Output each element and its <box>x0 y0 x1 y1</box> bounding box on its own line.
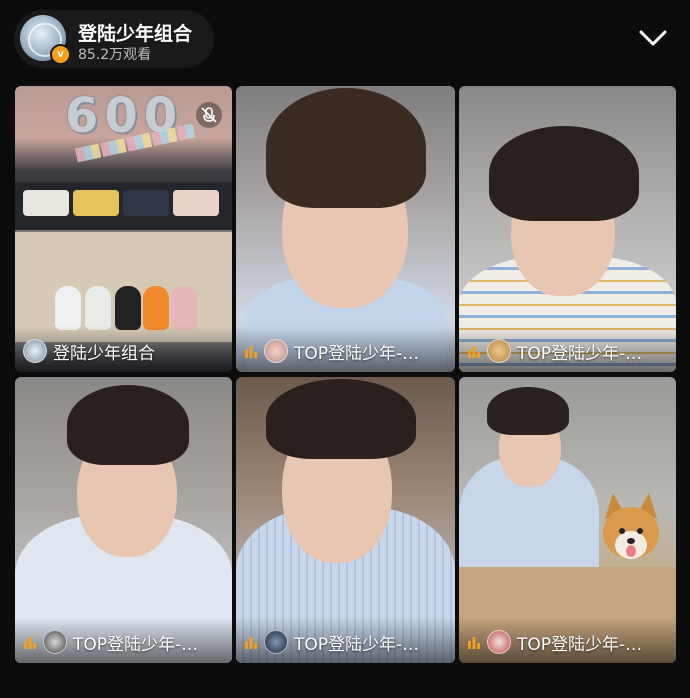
plush-doll <box>115 286 141 330</box>
stream-tile-member[interactable]: TOP登陆少年-… <box>236 86 455 372</box>
tile-caption: 登陆少年组合 <box>15 326 232 372</box>
viewer-count: 85.2万观看 <box>78 47 152 63</box>
person-hair <box>266 88 426 208</box>
tile-caption: TOP登陆少年-… <box>459 617 676 663</box>
stream-caption: TOP登陆少年-… <box>294 343 420 364</box>
stream-caption: TOP登陆少年-… <box>294 634 420 655</box>
member-avatar-icon <box>487 630 511 654</box>
pillow <box>173 190 219 216</box>
stream-caption: TOP登陆少年-… <box>517 634 643 655</box>
chevron-down-icon[interactable] <box>638 26 668 50</box>
live-bars-icon <box>245 346 257 358</box>
pillow <box>23 190 69 216</box>
stream-caption: TOP登陆少年-… <box>517 343 643 364</box>
member-avatar-icon <box>43 630 67 654</box>
stream-tile-member[interactable]: TOP登陆少年-… <box>459 377 676 663</box>
mic-muted-icon[interactable] <box>196 102 222 128</box>
member-avatar-icon <box>264 630 288 654</box>
person-hair <box>67 385 189 465</box>
pillow <box>123 190 169 216</box>
plush-doll <box>171 286 197 330</box>
live-bars-icon <box>245 637 257 649</box>
multi-stream-grid: 600 登陆少年组合 TOP登陆少年-… TOP登陆少年-… TOP登陆少年-…… <box>15 86 676 664</box>
stream-caption: 登陆少年组合 <box>53 343 155 364</box>
live-room-header: v 登陆少年组合 85.2万观看 <box>14 10 676 68</box>
stream-tile-group[interactable]: 600 登陆少年组合 <box>15 86 232 372</box>
channel-info-pill[interactable]: v 登陆少年组合 85.2万观看 <box>14 10 214 68</box>
corgi-dog <box>603 493 659 559</box>
plush-doll <box>85 286 111 330</box>
live-bars-icon <box>468 346 480 358</box>
group-avatar-icon <box>23 339 47 363</box>
tile-caption: TOP登陆少年-… <box>236 326 455 372</box>
stream-caption: TOP登陆少年-… <box>73 634 199 655</box>
stream-tile-member[interactable]: TOP登陆少年-… <box>236 377 455 663</box>
stream-tile-member[interactable]: TOP登陆少年-… <box>15 377 232 663</box>
tile-caption: TOP登陆少年-… <box>236 617 455 663</box>
member-avatar-icon <box>264 339 288 363</box>
stream-tile-member[interactable]: TOP登陆少年-… <box>459 86 676 372</box>
plush-doll <box>143 286 169 330</box>
person-hair <box>266 379 416 459</box>
pillow <box>73 190 119 216</box>
live-bars-icon <box>468 637 480 649</box>
person-hair <box>487 387 569 435</box>
tile-caption: TOP登陆少年-… <box>459 326 676 372</box>
plush-doll <box>55 286 81 330</box>
channel-title: 登陆少年组合 <box>78 23 193 45</box>
tile-caption: TOP登陆少年-… <box>15 617 232 663</box>
verified-badge-icon: v <box>50 44 71 65</box>
member-avatar-icon <box>487 339 511 363</box>
person-hair <box>489 126 639 221</box>
live-bars-icon <box>24 637 36 649</box>
